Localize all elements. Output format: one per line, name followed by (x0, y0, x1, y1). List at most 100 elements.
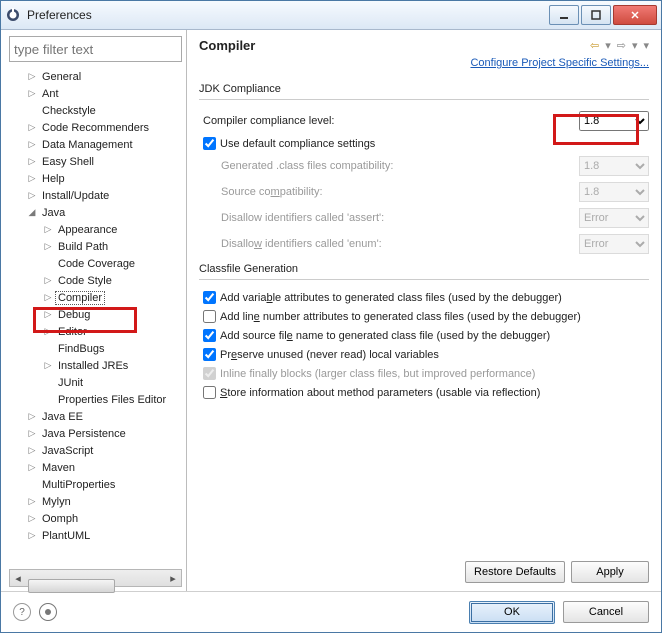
tree-item-label: Editor (55, 325, 90, 339)
tree-expand-icon[interactable]: ▷ (27, 156, 37, 167)
compliance-level-select[interactable]: 1.8 (579, 111, 649, 131)
tree-item-code-recommenders[interactable]: ▷Code Recommenders (9, 119, 182, 136)
use-default-checkbox[interactable] (203, 137, 216, 150)
preserve-label: Preserve unused (never read) local varia… (220, 349, 439, 361)
help-icon[interactable]: ? (13, 603, 31, 621)
scroll-right-icon[interactable]: ▸ (165, 571, 181, 585)
tree-item-label: MultiProperties (39, 478, 118, 492)
maximize-button[interactable] (581, 5, 611, 25)
tree-item-plantuml[interactable]: ▷PlantUML (9, 527, 182, 544)
tree-item-ant[interactable]: ▷Ant (9, 85, 182, 102)
tree-expand-icon[interactable]: ▷ (43, 309, 53, 320)
preserve-checkbox[interactable] (203, 348, 216, 361)
tree-item-junit[interactable]: JUnit (9, 374, 182, 391)
apply-button[interactable]: Apply (571, 561, 649, 583)
tree-expand-icon[interactable]: ▷ (27, 411, 37, 422)
close-button[interactable] (613, 5, 657, 25)
titlebar: Preferences (1, 1, 661, 30)
tree-item-properties-files-editor[interactable]: Properties Files Editor (9, 391, 182, 408)
restore-defaults-button[interactable]: Restore Defaults (465, 561, 565, 583)
tree-item-label: Ant (39, 87, 62, 101)
assert-label: Disallow identifiers called 'assert': (203, 212, 579, 224)
tree-item-label: JUnit (55, 376, 86, 390)
tree-item-code-coverage[interactable]: Code Coverage (9, 255, 182, 272)
tree-item-help[interactable]: ▷Help (9, 170, 182, 187)
tree-expand-icon[interactable]: ▷ (27, 462, 37, 473)
ok-button[interactable]: OK (469, 601, 555, 624)
import-export-icon[interactable] (39, 603, 57, 621)
view-menu-icon[interactable]: ▾ (643, 39, 649, 52)
line-num-checkbox[interactable] (203, 310, 216, 323)
configure-project-link[interactable]: Configure Project Specific Settings... (199, 57, 649, 69)
tree-expand-icon[interactable]: ▷ (27, 530, 37, 541)
tree-expand-icon[interactable]: ▷ (27, 122, 37, 133)
tree-item-checkstyle[interactable]: Checkstyle (9, 102, 182, 119)
tree-item-editor[interactable]: ▷Editor (9, 323, 182, 340)
tree-item-label: Java (39, 206, 68, 220)
tree-item-label: Compiler (55, 291, 105, 305)
tree-item-findbugs[interactable]: FindBugs (9, 340, 182, 357)
preference-tree[interactable]: ▷General▷AntCheckstyle▷Code Recommenders… (9, 68, 182, 567)
var-attr-checkbox[interactable] (203, 291, 216, 304)
store-checkbox[interactable] (203, 386, 216, 399)
tree-item-multiproperties[interactable]: MultiProperties (9, 476, 182, 493)
tree-item-label: Code Coverage (55, 257, 138, 271)
tree-item-build-path[interactable]: ▷Build Path (9, 238, 182, 255)
cancel-button[interactable]: Cancel (563, 601, 649, 623)
tree-item-code-style[interactable]: ▷Code Style (9, 272, 182, 289)
tree-item-maven[interactable]: ▷Maven (9, 459, 182, 476)
sidebar: ▷General▷AntCheckstyle▷Code Recommenders… (1, 30, 187, 591)
tree-expand-icon[interactable]: ▷ (27, 190, 37, 201)
minimize-button[interactable] (549, 5, 579, 25)
tree-item-installed-jres[interactable]: ▷Installed JREs (9, 357, 182, 374)
filter-input[interactable] (9, 36, 182, 62)
tree-expand-icon[interactable]: ▷ (27, 88, 37, 99)
line-num-label: Add line number attributes to generated … (220, 311, 581, 323)
tree-item-data-management[interactable]: ▷Data Management (9, 136, 182, 153)
tree-item-java-ee[interactable]: ▷Java EE (9, 408, 182, 425)
tree-expand-icon[interactable]: ▷ (27, 496, 37, 507)
tree-expand-icon[interactable]: ▷ (43, 360, 53, 371)
tree-expand-icon[interactable]: ◢ (27, 207, 37, 218)
tree-item-appearance[interactable]: ▷Appearance (9, 221, 182, 238)
tree-expand-icon[interactable]: ▷ (43, 326, 53, 337)
app-icon (5, 7, 21, 23)
tree-expand-icon[interactable]: ▷ (27, 513, 37, 524)
tree-item-easy-shell[interactable]: ▷Easy Shell (9, 153, 182, 170)
tree-item-mylyn[interactable]: ▷Mylyn (9, 493, 182, 510)
nav-forward-menu-icon[interactable]: ▾ (632, 39, 638, 52)
tree-item-install-update[interactable]: ▷Install/Update (9, 187, 182, 204)
scroll-thumb[interactable] (28, 579, 115, 593)
tree-expand-icon[interactable]: ▷ (43, 224, 53, 235)
tree-item-general[interactable]: ▷General (9, 68, 182, 85)
tree-item-label: General (39, 70, 84, 84)
tree-item-javascript[interactable]: ▷JavaScript (9, 442, 182, 459)
tree-item-label: Maven (39, 461, 78, 475)
tree-expand-icon[interactable]: ▷ (43, 292, 53, 303)
inline-checkbox (203, 367, 216, 380)
tree-item-label: Installed JREs (55, 359, 131, 373)
scroll-left-icon[interactable]: ◂ (10, 571, 26, 585)
tree-item-compiler[interactable]: ▷Compiler (9, 289, 182, 306)
tree-item-java-persistence[interactable]: ▷Java Persistence (9, 425, 182, 442)
tree-item-oomph[interactable]: ▷Oomph (9, 510, 182, 527)
compliance-level-label: Compiler compliance level: (203, 115, 579, 127)
tree-item-label: Help (39, 172, 68, 186)
tree-expand-icon[interactable]: ▷ (43, 241, 53, 252)
inline-label: Inline finally blocks (larger class file… (220, 368, 535, 380)
nav-back-icon[interactable]: ⇦ (590, 39, 599, 52)
horizontal-scrollbar[interactable]: ◂ ▸ (9, 569, 182, 587)
tree-expand-icon[interactable]: ▷ (27, 71, 37, 82)
nav-back-menu-icon[interactable]: ▾ (605, 39, 611, 52)
gen-class-label: Generated .class files compatibility: (203, 160, 579, 172)
tree-expand-icon[interactable]: ▷ (43, 275, 53, 286)
tree-expand-icon[interactable]: ▷ (27, 428, 37, 439)
store-label: Store information about method parameter… (220, 387, 540, 399)
tree-expand-icon[interactable]: ▷ (27, 445, 37, 456)
tree-expand-icon[interactable]: ▷ (27, 139, 37, 150)
tree-item-java[interactable]: ◢Java (9, 204, 182, 221)
tree-item-debug[interactable]: ▷Debug (9, 306, 182, 323)
tree-item-label: FindBugs (55, 342, 107, 356)
tree-expand-icon[interactable]: ▷ (27, 173, 37, 184)
src-file-checkbox[interactable] (203, 329, 216, 342)
